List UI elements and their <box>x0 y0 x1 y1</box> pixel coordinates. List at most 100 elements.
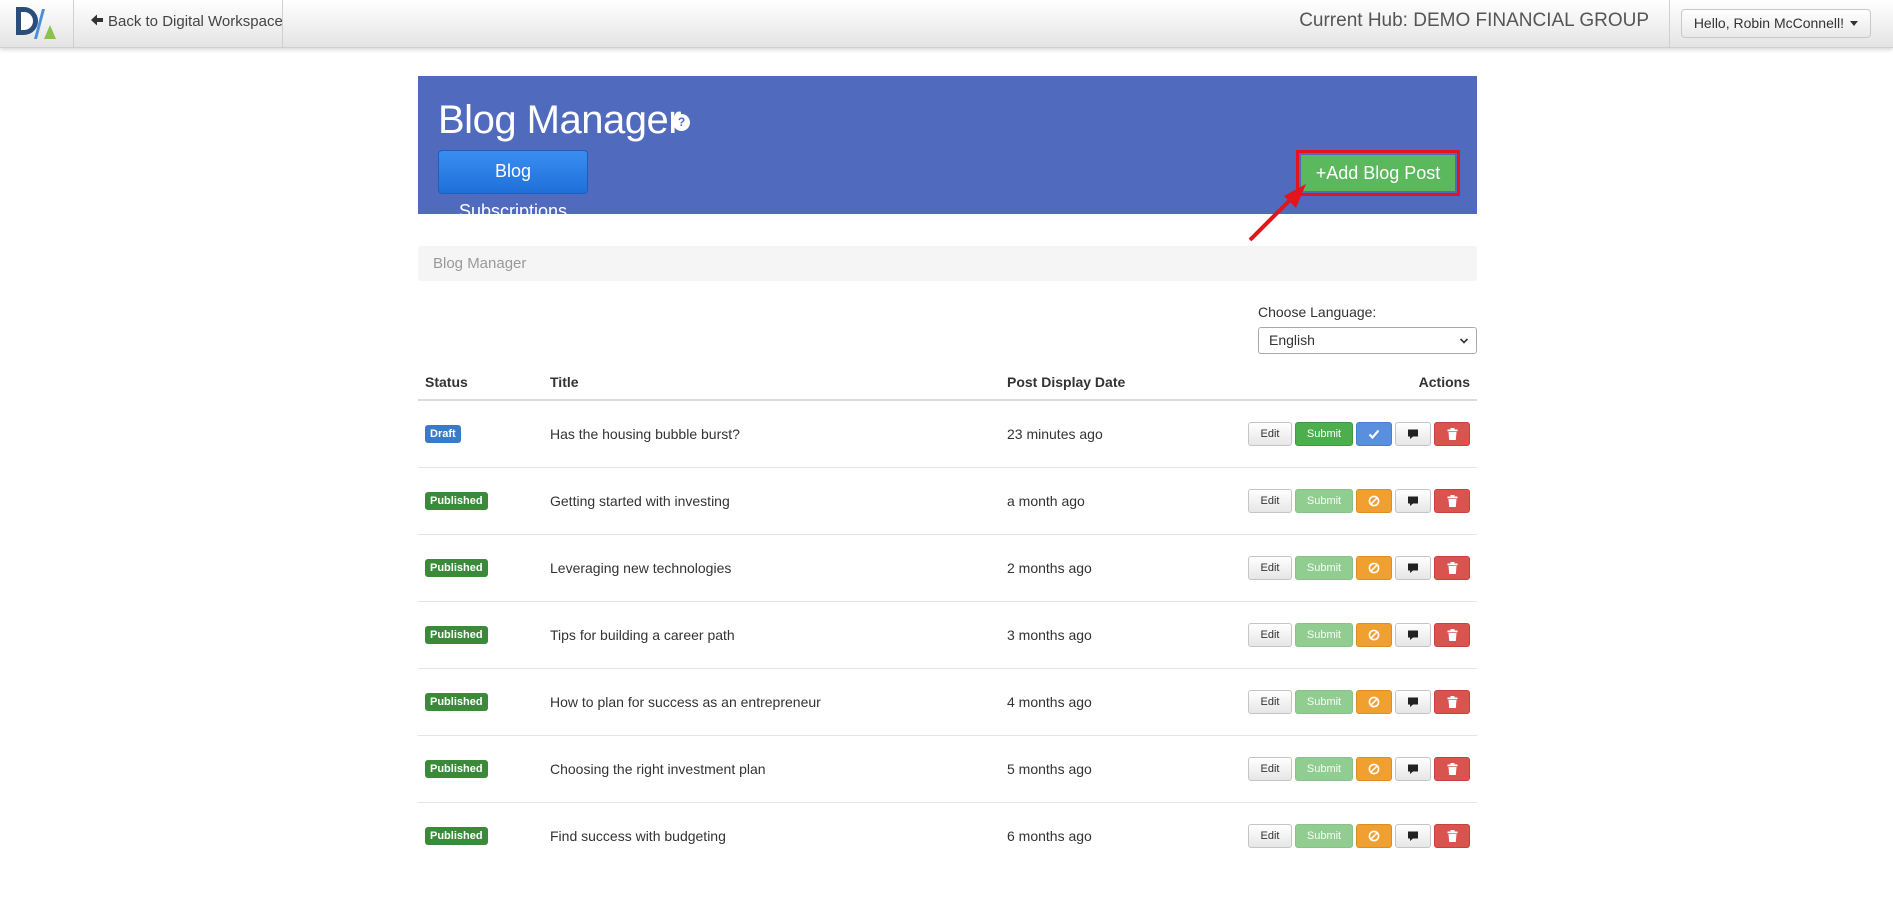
submit-button[interactable]: Submit <box>1295 757 1353 781</box>
unpublish-button[interactable] <box>1356 690 1392 714</box>
submit-button[interactable]: Submit <box>1295 422 1353 446</box>
table-row: Draft Has the housing bubble burst? 23 m… <box>418 401 1477 468</box>
ban-icon <box>1368 629 1380 641</box>
row-actions: Edit Submit <box>1248 824 1470 848</box>
edit-button[interactable]: Edit <box>1248 489 1292 513</box>
comment-icon <box>1408 764 1418 775</box>
nav-divider <box>73 0 74 47</box>
nav-divider <box>1669 0 1670 47</box>
delete-button[interactable] <box>1434 824 1470 848</box>
status-badge: Published <box>425 626 488 644</box>
post-date: 3 months ago <box>1007 627 1092 643</box>
submit-button[interactable]: Submit <box>1295 690 1353 714</box>
breadcrumb-current: Blog Manager <box>433 255 527 272</box>
column-header-date: Post Display Date <box>1007 374 1126 390</box>
delete-button[interactable] <box>1434 489 1470 513</box>
user-greeting: Hello, Robin McConnell! <box>1693 15 1844 31</box>
unpublish-button[interactable] <box>1356 489 1392 513</box>
column-header-status: Status <box>425 374 468 390</box>
column-header-title: Title <box>550 374 579 390</box>
back-to-workspace-link[interactable]: Back to Digital Workspace <box>90 0 283 47</box>
row-actions: Edit Submit <box>1248 757 1470 781</box>
comment-icon <box>1408 831 1418 842</box>
trash-icon <box>1447 830 1457 843</box>
submit-button[interactable]: Submit <box>1295 824 1353 848</box>
trash-icon <box>1447 428 1457 441</box>
unpublish-button[interactable] <box>1356 824 1392 848</box>
status-badge: Published <box>425 693 488 711</box>
highlight-box: +Add Blog Post <box>1296 150 1460 196</box>
language-selected-value: English <box>1269 332 1315 348</box>
row-actions: Edit Submit <box>1248 556 1470 580</box>
post-title: Choosing the right investment plan <box>550 761 766 777</box>
post-date: 6 months ago <box>1007 828 1092 844</box>
page-title: Blog Manager <box>438 98 682 142</box>
comment-button[interactable] <box>1395 757 1431 781</box>
row-actions: Edit Submit <box>1248 422 1470 446</box>
top-navbar: Back to Digital Workspace Current Hub: D… <box>0 0 1893 48</box>
delete-button[interactable] <box>1434 623 1470 647</box>
ban-icon <box>1368 495 1380 507</box>
status-badge: Published <box>425 559 488 577</box>
ban-icon <box>1368 696 1380 708</box>
delete-button[interactable] <box>1434 757 1470 781</box>
ban-icon <box>1368 562 1380 574</box>
submit-button[interactable]: Submit <box>1295 623 1353 647</box>
column-header-actions: Actions <box>1418 374 1470 390</box>
unpublish-button[interactable] <box>1356 623 1392 647</box>
post-title: Getting started with investing <box>550 493 730 509</box>
edit-button[interactable]: Edit <box>1248 623 1292 647</box>
breadcrumb: Blog Manager <box>418 246 1477 281</box>
status-badge: Published <box>425 760 488 778</box>
post-title: How to plan for success as an entreprene… <box>550 694 821 710</box>
ban-icon <box>1368 830 1380 842</box>
comment-button[interactable] <box>1395 690 1431 714</box>
user-menu-button[interactable]: Hello, Robin McConnell! <box>1680 9 1871 38</box>
nav-divider <box>282 0 283 47</box>
submit-button[interactable]: Submit <box>1295 489 1353 513</box>
post-title: Tips for building a career path <box>550 627 735 643</box>
post-date: 23 minutes ago <box>1007 426 1103 442</box>
approve-button[interactable] <box>1356 422 1392 446</box>
delete-button[interactable] <box>1434 556 1470 580</box>
comment-icon <box>1408 630 1418 641</box>
trash-icon <box>1447 763 1457 776</box>
delete-button[interactable] <box>1434 690 1470 714</box>
question-circle-icon[interactable]: ? <box>673 114 690 131</box>
chevron-down-icon <box>1460 338 1468 344</box>
comment-button[interactable] <box>1395 556 1431 580</box>
comment-button[interactable] <box>1395 489 1431 513</box>
unpublish-button[interactable] <box>1356 556 1392 580</box>
edit-button[interactable]: Edit <box>1248 422 1292 446</box>
check-icon <box>1368 429 1380 440</box>
row-actions: Edit Submit <box>1248 690 1470 714</box>
edit-button[interactable]: Edit <box>1248 824 1292 848</box>
unpublish-button[interactable] <box>1356 757 1392 781</box>
submit-button[interactable]: Submit <box>1295 556 1353 580</box>
trash-icon <box>1447 629 1457 642</box>
edit-button[interactable]: Edit <box>1248 690 1292 714</box>
blog-posts-table: Status Title Post Display Date Actions D… <box>418 369 1477 869</box>
post-title: Has the housing bubble burst? <box>550 426 740 442</box>
edit-button[interactable]: Edit <box>1248 556 1292 580</box>
annotation-arrow-icon <box>1248 184 1306 242</box>
language-select[interactable]: English <box>1258 327 1477 354</box>
comment-button[interactable] <box>1395 623 1431 647</box>
ban-icon <box>1368 763 1380 775</box>
language-label: Choose Language: <box>1258 304 1377 320</box>
current-hub-label: Current Hub: DEMO FINANCIAL GROUP <box>1299 10 1649 31</box>
row-actions: Edit Submit <box>1248 623 1470 647</box>
post-title: Find success with budgeting <box>550 828 726 844</box>
table-row: Published Getting started with investing… <box>418 468 1477 535</box>
edit-button[interactable]: Edit <box>1248 757 1292 781</box>
logo[interactable] <box>12 3 60 43</box>
blog-subscriptions-button[interactable]: Blog Subscriptions <box>438 150 588 221</box>
comment-icon <box>1408 496 1418 507</box>
table-row: Published Find success with budgeting 6 … <box>418 803 1477 869</box>
delete-button[interactable] <box>1434 422 1470 446</box>
comment-button[interactable] <box>1395 422 1431 446</box>
table-row: Published How to plan for success as an … <box>418 669 1477 736</box>
post-date: a month ago <box>1007 493 1085 509</box>
add-blog-post-button[interactable]: +Add Blog Post <box>1301 155 1455 191</box>
comment-button[interactable] <box>1395 824 1431 848</box>
